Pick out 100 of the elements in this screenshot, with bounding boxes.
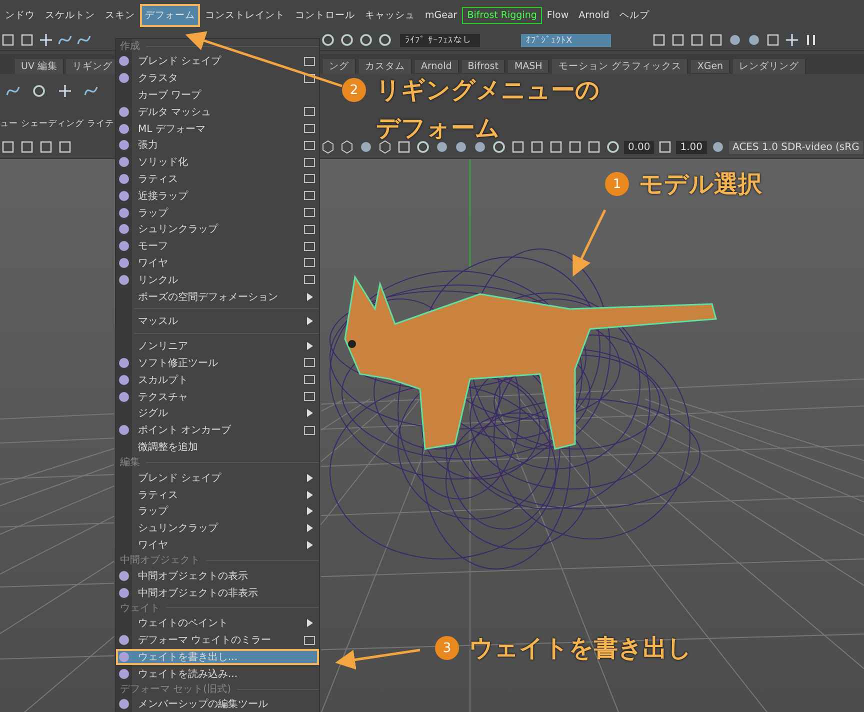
- panel-menu-item[interactable]: ュー: [0, 118, 18, 130]
- menu-item[interactable]: ポイント オンカーブ: [116, 422, 319, 439]
- shelf-tab[interactable]: ング: [323, 59, 356, 74]
- square-icon[interactable]: [57, 139, 73, 155]
- menu-item[interactable]: シュリンクラップ: [116, 520, 319, 537]
- shelf-tab[interactable]: MASH: [508, 60, 550, 73]
- menu-item[interactable]: デフォーマ ウェイトのミラー: [116, 632, 319, 648]
- square-icon[interactable]: [0, 32, 16, 48]
- menu-item[interactable]: デルタ マッシュ: [116, 103, 319, 120]
- option-box[interactable]: [304, 275, 315, 284]
- menu-item[interactable]: Flow: [542, 4, 574, 26]
- menu-item[interactable]: 中間オブジェクトの表示: [116, 567, 319, 584]
- menu-item[interactable]: 張力: [116, 136, 319, 154]
- square-icon[interactable]: [670, 32, 686, 48]
- circle-icon[interactable]: [491, 139, 507, 155]
- disc-icon[interactable]: [472, 139, 488, 155]
- menu-item[interactable]: Bifrost Rigging: [462, 6, 542, 24]
- live-surface-field[interactable]: ﾗｲﾌﾞ ｻｰﾌｪｽなし: [400, 34, 480, 46]
- menu-item[interactable]: ジグル: [116, 404, 319, 422]
- menu-item[interactable]: クラスタ: [116, 70, 319, 87]
- menu-item[interactable]: ラティス: [116, 486, 319, 503]
- option-box[interactable]: [304, 124, 315, 134]
- option-box[interactable]: [304, 56, 315, 66]
- menu-item[interactable]: Arnold: [574, 4, 614, 26]
- option-box[interactable]: [304, 636, 315, 645]
- option-box[interactable]: [304, 158, 315, 167]
- menu-item[interactable]: ンドウ: [0, 4, 40, 26]
- shelf-tab[interactable]: レンダリング: [733, 59, 806, 74]
- menu-item[interactable]: コントロール: [290, 4, 360, 26]
- menu-item[interactable]: ヘルプ: [614, 4, 654, 26]
- disc-icon[interactable]: [434, 139, 450, 155]
- cross-icon[interactable]: [784, 32, 800, 48]
- disc-icon[interactable]: [453, 139, 469, 155]
- circle-icon[interactable]: [31, 83, 47, 99]
- option-box[interactable]: [304, 140, 315, 150]
- square-icon[interactable]: [708, 32, 724, 48]
- menu-item[interactable]: ワイヤ: [116, 254, 319, 272]
- menu-item[interactable]: ラティス: [116, 170, 319, 188]
- square-icon[interactable]: [19, 139, 35, 155]
- shelf-tab[interactable]: リギング: [66, 59, 115, 74]
- menu-item[interactable]: ポーズの空間デフォメーション: [116, 288, 319, 305]
- option-box[interactable]: [304, 174, 315, 184]
- circle-icon[interactable]: [358, 32, 374, 48]
- square-icon[interactable]: [586, 139, 602, 155]
- disc-icon[interactable]: [727, 32, 743, 48]
- option-box[interactable]: [304, 375, 315, 384]
- menu-item[interactable]: ウェイトを読み込み...: [116, 665, 319, 682]
- circle-icon[interactable]: [377, 32, 393, 48]
- square-icon[interactable]: [657, 139, 674, 155]
- square-icon[interactable]: [0, 139, 16, 155]
- square-icon[interactable]: [19, 32, 35, 48]
- menu-item[interactable]: ソフト修正ツール: [116, 354, 319, 372]
- menu-item[interactable]: リンクル: [116, 271, 319, 288]
- option-box[interactable]: [304, 426, 315, 435]
- disc-icon[interactable]: [746, 32, 762, 48]
- circle-icon[interactable]: [339, 32, 355, 48]
- option-box[interactable]: [304, 242, 315, 251]
- shelf-tab[interactable]: カスタム: [359, 59, 412, 74]
- menu-item[interactable]: ノンリニア: [116, 338, 319, 355]
- square-icon[interactable]: [651, 32, 667, 48]
- square-icon[interactable]: [548, 139, 564, 155]
- panel-menu-item[interactable]: ライテ: [87, 118, 114, 130]
- square-icon[interactable]: [510, 139, 526, 155]
- menu-item[interactable]: 中間オブジェクトの非表示: [116, 584, 319, 601]
- menu-item[interactable]: スキン: [100, 4, 140, 26]
- menu-item[interactable]: メンバーシップの編集ツール: [116, 696, 319, 712]
- cross-icon[interactable]: [38, 32, 54, 48]
- menu-item[interactable]: スケルトン: [40, 4, 100, 26]
- menu-item[interactable]: ラップ: [116, 204, 319, 221]
- menu-item[interactable]: マッスル: [116, 312, 319, 330]
- square-icon[interactable]: [38, 139, 54, 155]
- square-icon[interactable]: [396, 139, 412, 155]
- square-icon[interactable]: [765, 32, 781, 48]
- menu-item[interactable]: ラップ: [116, 502, 319, 520]
- shelf-tab[interactable]: モーション グラフィックス: [552, 59, 688, 74]
- option-box[interactable]: [304, 191, 315, 200]
- option-box[interactable]: [304, 208, 315, 218]
- option-box[interactable]: [304, 258, 315, 268]
- disc-icon[interactable]: [358, 139, 374, 155]
- shelf-tab[interactable]: XGen: [691, 60, 730, 73]
- menu-item[interactable]: ML デフォーマ: [116, 120, 319, 137]
- menu-item[interactable]: カーブ ワープ: [116, 86, 319, 104]
- circle-icon[interactable]: [605, 139, 621, 155]
- square-icon[interactable]: [529, 139, 545, 155]
- menu-item[interactable]: ウェイトのペイント: [116, 614, 319, 632]
- exposure-field[interactable]: 0.00: [624, 140, 654, 154]
- menu-item[interactable]: ソリッド化: [116, 154, 319, 171]
- option-box[interactable]: [304, 224, 315, 234]
- color-space-dropdown[interactable]: ACES 1.0 SDR-video (sRG: [728, 140, 864, 154]
- gamma-field[interactable]: 1.00: [676, 140, 707, 154]
- menu-item[interactable]: テクスチャ: [116, 388, 319, 405]
- option-box[interactable]: [304, 358, 315, 368]
- shelf-tab[interactable]: UV 編集: [15, 59, 64, 74]
- option-box[interactable]: [304, 74, 315, 83]
- square-icon[interactable]: [689, 32, 705, 48]
- circle-icon[interactable]: [415, 139, 431, 155]
- shelf-tab[interactable]: Arnold: [415, 60, 459, 73]
- menu-item[interactable]: 近接ラップ: [116, 187, 319, 204]
- menu-item[interactable]: モーフ: [116, 238, 319, 255]
- option-box[interactable]: [304, 107, 315, 116]
